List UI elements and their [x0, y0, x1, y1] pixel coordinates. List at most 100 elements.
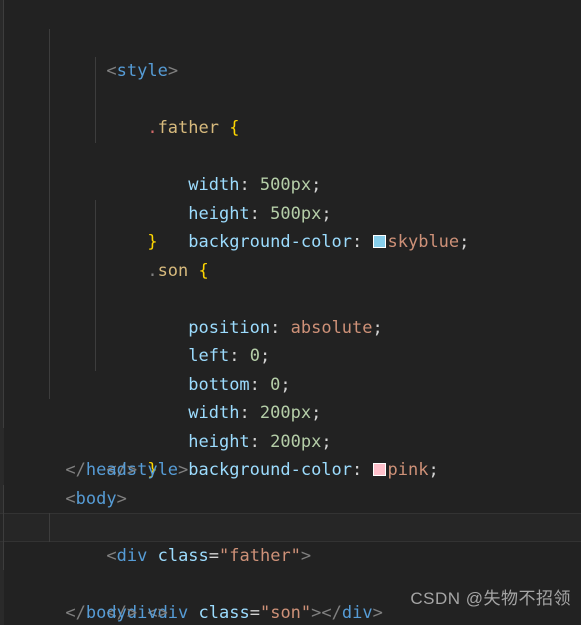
indent-guide	[3, 342, 4, 371]
tag-bracket: >	[157, 602, 168, 623]
indent-guide	[3, 399, 4, 428]
tag-name: div	[341, 602, 373, 623]
indent-guide	[3, 541, 4, 570]
css-property: background-color	[188, 460, 353, 480]
indent-guide	[49, 370, 50, 399]
tag-bracket: <	[106, 545, 117, 566]
tag-bracket: >	[116, 488, 127, 509]
css-value: 500px	[270, 203, 322, 224]
css-colon: :	[229, 346, 250, 366]
indent-guide	[49, 142, 50, 171]
css-property: left	[188, 346, 230, 366]
attribute-name: class	[157, 545, 209, 566]
css-property: background-color	[188, 232, 353, 252]
tag-name: style	[116, 61, 168, 81]
css-property: width	[188, 403, 240, 423]
code-line[interactable]: }	[0, 142, 581, 252]
brace-open: {	[229, 118, 240, 138]
semicolon: ;	[321, 431, 332, 452]
indent-guide	[3, 285, 4, 314]
indent-guide	[3, 313, 4, 342]
css-colon: :	[352, 460, 373, 480]
indent-guide	[49, 285, 50, 314]
indent-guide	[3, 513, 4, 542]
indent-guide	[49, 114, 50, 143]
indent-guide	[49, 313, 50, 342]
semicolon: ;	[428, 460, 439, 480]
indent-guide	[3, 199, 4, 228]
css-colon: :	[249, 374, 271, 395]
semicolon: ;	[372, 317, 383, 338]
css-colon: :	[239, 175, 260, 195]
tag-name: body	[85, 602, 127, 623]
css-colon: :	[352, 232, 373, 252]
css-value: 0	[249, 346, 260, 366]
indent-guide	[3, 484, 4, 513]
indent-guide	[3, 256, 4, 285]
tag-bracket: >	[300, 545, 312, 566]
tag-bracket: >	[372, 602, 383, 623]
indent-guide	[49, 57, 50, 86]
code-content-area[interactable]: <style> .father { width: 500px; height: …	[0, 0, 581, 625]
tag-bracket: </	[65, 460, 86, 480]
indent-guide	[3, 142, 4, 171]
indent-guide	[3, 28, 4, 57]
indent-guide	[3, 114, 4, 143]
indent-guide	[95, 85, 96, 114]
indent-guide	[49, 28, 50, 57]
css-property: width	[188, 175, 240, 195]
code-line[interactable]: height: 500px;	[0, 85, 581, 224]
semicolon: ;	[311, 403, 322, 423]
color-swatch-pink[interactable]	[372, 463, 386, 476]
semicolon: ;	[459, 232, 470, 252]
code-line[interactable]: <style>	[0, 0, 581, 81]
css-value: pink	[387, 460, 429, 480]
tag-bracket: </	[321, 602, 342, 623]
semicolon: ;	[280, 374, 291, 395]
code-editor[interactable]: <style> .father { width: 500px; height: …	[0, 0, 581, 625]
attribute-value: "father"	[219, 545, 301, 566]
css-colon: :	[239, 403, 260, 423]
css-property: bottom	[188, 374, 250, 395]
css-selector-dot: .	[147, 118, 158, 138]
css-value: 200px	[259, 403, 312, 423]
attribute-name: class	[198, 602, 250, 623]
indent-guide	[49, 342, 50, 371]
css-value: 500px	[259, 175, 312, 195]
indent-guide	[49, 199, 50, 228]
tag-name: head	[85, 460, 127, 480]
code-line-current[interactable]: <div class="son"></div>	[0, 513, 581, 623]
css-selector-name: son	[157, 260, 189, 281]
attribute-value: "son"	[259, 602, 312, 623]
css-property: height	[188, 431, 250, 452]
tag-bracket: >	[126, 460, 138, 480]
code-line[interactable]: width: 200px;	[0, 285, 581, 423]
indent-guide	[49, 85, 50, 114]
css-value: skyblue	[387, 232, 460, 252]
indent-guide	[49, 228, 50, 257]
code-line[interactable]: .father {	[0, 28, 581, 138]
tag-bracket: </	[65, 602, 86, 623]
tag-bracket: <	[106, 61, 117, 81]
css-property: height	[188, 203, 250, 224]
indent-guide	[49, 513, 50, 542]
css-colon: :	[249, 203, 271, 224]
tag-bracket: >	[178, 460, 189, 480]
indent-guide	[3, 57, 4, 86]
tag-name: body	[75, 488, 117, 509]
tag-bracket: <	[65, 488, 76, 509]
semicolon: ;	[321, 203, 332, 224]
css-property: position	[188, 317, 271, 338]
tag-bracket: >	[126, 602, 138, 623]
csdn-watermark: CSDN @失物不招领	[410, 589, 571, 608]
color-swatch-skyblue[interactable]	[372, 235, 386, 248]
equals-sign: =	[249, 602, 260, 623]
brace-close: }	[147, 232, 158, 252]
tag-name: div	[116, 545, 148, 566]
css-colon: :	[249, 431, 271, 452]
tag-bracket: >	[311, 602, 322, 623]
indent-guide	[49, 256, 50, 285]
css-colon: :	[270, 317, 291, 338]
css-selector-name: father	[157, 118, 219, 138]
indent-guide	[3, 228, 4, 257]
